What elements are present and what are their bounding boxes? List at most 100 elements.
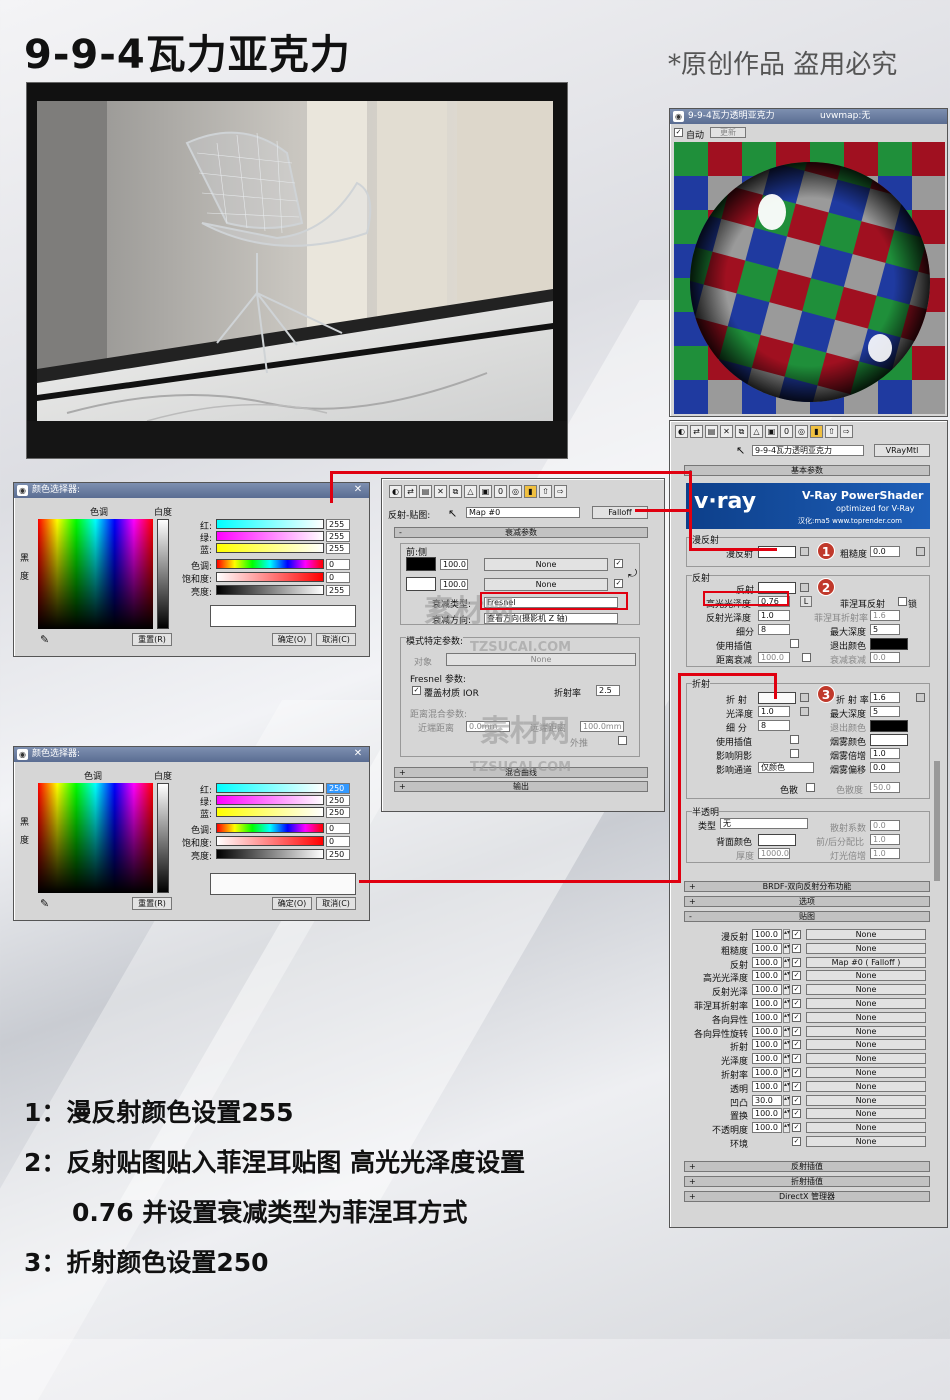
map-slot-button[interactable]: None — [806, 1011, 926, 1023]
dim-distance-checkbox[interactable] — [802, 653, 811, 662]
swap-icon[interactable]: ⤾ — [628, 567, 637, 581]
extrapolate-checkbox[interactable] — [618, 736, 627, 745]
hilight-gloss-field[interactable]: 0.76 — [758, 596, 790, 607]
eyedropper-icon[interactable]: ✎ — [40, 633, 49, 646]
map-slot-amount[interactable]: 100.0 — [752, 942, 782, 954]
affect-shadows-checkbox[interactable] — [790, 749, 799, 758]
saturation-slider[interactable] — [216, 836, 324, 846]
fog-mult-field[interactable]: 1.0 — [870, 748, 900, 759]
diffuse-color-swatch[interactable] — [758, 546, 796, 558]
value-slider[interactable] — [216, 585, 324, 595]
refl-interp-rollout[interactable]: + 反射插值 — [684, 1161, 930, 1172]
override-ior-checkbox[interactable]: ✓ — [412, 686, 421, 695]
spinner-icon[interactable]: ▴▾ — [783, 1025, 790, 1037]
map-slot-checkbox[interactable]: ✓ — [792, 943, 801, 953]
far-distance-field[interactable]: 100.0mm — [580, 721, 624, 732]
map-slot-checkbox[interactable]: ✓ — [792, 1068, 801, 1077]
map-slot-checkbox[interactable]: ✓ — [792, 1012, 801, 1022]
go-parent-icon[interactable]: ⇧ — [825, 425, 838, 438]
map-slot-amount[interactable]: 100.0 — [752, 1039, 782, 1051]
fresnel-checkbox[interactable] — [898, 597, 907, 606]
map-slot-button[interactable]: None — [806, 1108, 926, 1120]
front-amount-field[interactable]: 100.0 — [440, 559, 468, 570]
max-depth-field[interactable]: 5 — [870, 624, 900, 635]
red-field[interactable]: 250 — [326, 783, 350, 794]
blue-slider[interactable] — [216, 807, 324, 817]
value-field[interactable]: 250 — [326, 849, 350, 860]
directx-rollout[interactable]: + DirectX 管理器 — [684, 1191, 930, 1202]
map-slot-checkbox[interactable]: ✓ — [792, 1123, 801, 1133]
spinner-icon[interactable]: ▴▾ — [783, 1122, 790, 1134]
affect-channels-select[interactable]: 仅颜色 — [758, 762, 814, 773]
pick-icon[interactable]: ↖ — [448, 507, 457, 520]
map-slot-button[interactable]: None — [806, 998, 926, 1009]
map-slot-checkbox[interactable]: ✓ — [792, 1054, 801, 1064]
map-slot-button[interactable]: None — [806, 942, 926, 954]
map-slot-amount[interactable]: 100.0 — [752, 1080, 782, 1092]
type-select[interactable]: 无 — [720, 818, 808, 829]
put-material-icon[interactable]: ⇄ — [404, 485, 417, 498]
get-material-icon[interactable]: ◐ — [389, 485, 402, 498]
reset-button[interactable]: 重置(R) — [132, 633, 172, 646]
map-slot-amount[interactable]: 100.0 — [752, 929, 782, 940]
refract-color-swatch[interactable] — [758, 692, 796, 704]
lock-button[interactable]: L — [800, 596, 812, 607]
map-slot-checkbox[interactable]: ✓ — [792, 999, 801, 1008]
saturation-slider[interactable] — [216, 572, 324, 582]
map-slot-checkbox[interactable]: ✓ — [792, 1137, 801, 1146]
channel-icon[interactable]: 0 — [780, 425, 793, 438]
ior-field[interactable]: 1.6 — [870, 692, 900, 703]
map-slot-button[interactable]: None — [806, 1136, 926, 1147]
map-slot-amount[interactable]: 100.0 — [752, 956, 782, 968]
channel-icon[interactable]: 0 — [494, 485, 507, 498]
options-rollout[interactable]: + 选项 — [684, 896, 930, 907]
spinner-icon[interactable]: ▴▾ — [783, 1108, 790, 1120]
map-slot-checkbox[interactable]: ✓ — [792, 971, 801, 981]
map-slot-button[interactable]: None — [806, 929, 926, 940]
blue-slider[interactable] — [216, 543, 324, 553]
fresnel-ior-field[interactable]: 1.6 — [870, 610, 900, 621]
scatter-field[interactable]: 0.0 — [870, 820, 900, 831]
material-type-button[interactable]: VRayMtl — [874, 444, 930, 457]
map-slot-amount[interactable]: 100.0 — [752, 1011, 782, 1023]
map-slot-button[interactable]: None — [806, 1025, 926, 1037]
assign-icon[interactable]: ▤ — [705, 425, 718, 438]
map-slot-button[interactable]: None — [806, 1094, 926, 1106]
value-slider[interactable] — [216, 849, 324, 859]
unique-icon[interactable]: △ — [750, 425, 763, 438]
front-map-checkbox[interactable]: ✓ — [614, 559, 623, 568]
dim-falloff-field[interactable]: 0.0 — [870, 652, 900, 663]
spinner-icon[interactable]: ▴▾ — [783, 970, 790, 982]
red-slider[interactable] — [216, 783, 324, 793]
green-slider[interactable] — [216, 531, 324, 541]
spinner-icon[interactable]: ▴▾ — [783, 1067, 790, 1078]
fog-color-swatch[interactable] — [870, 734, 908, 746]
value-field[interactable]: 255 — [326, 585, 350, 596]
eyedropper-icon[interactable]: ✎ — [40, 897, 49, 910]
refr-subdivs-field[interactable]: 8 — [758, 720, 790, 731]
fog-bias-field[interactable]: 0.0 — [870, 762, 900, 773]
maps-rollout[interactable]: - 贴图 — [684, 911, 930, 922]
spinner-icon[interactable]: ▴▾ — [783, 1011, 790, 1023]
whiteness-slider[interactable] — [157, 783, 169, 893]
update-button[interactable]: 更新 — [710, 127, 746, 138]
exit-color-swatch[interactable] — [870, 638, 908, 650]
map-slot-checkbox[interactable]: ✓ — [792, 1026, 801, 1036]
map-slot-button[interactable]: None — [806, 1122, 926, 1134]
green-field[interactable]: 250 — [326, 795, 350, 806]
roughness-field[interactable]: 0.0 — [870, 546, 900, 557]
map-slot-amount[interactable]: 100.0 — [752, 1025, 782, 1037]
reflect-color-swatch[interactable] — [758, 582, 796, 594]
show-end-icon[interactable]: ▮ — [524, 485, 537, 498]
front-map-button[interactable]: None — [484, 558, 608, 571]
get-material-icon[interactable]: ◐ — [675, 425, 688, 438]
hue-field-value[interactable]: 0 — [326, 823, 350, 834]
map-slot-amount[interactable]: 30.0 — [752, 1094, 782, 1106]
go-parent-icon[interactable]: ⇧ — [539, 485, 552, 498]
ok-button[interactable]: 确定(O) — [272, 897, 312, 910]
hue-slider[interactable] — [216, 559, 324, 569]
map-slot-checkbox[interactable]: ✓ — [792, 957, 801, 967]
brdf-rollout[interactable]: + BRDF-双向反射分布功能 — [684, 881, 930, 892]
assign-icon[interactable]: ▤ — [419, 485, 432, 498]
map-slot-amount[interactable]: 100.0 — [752, 984, 782, 996]
